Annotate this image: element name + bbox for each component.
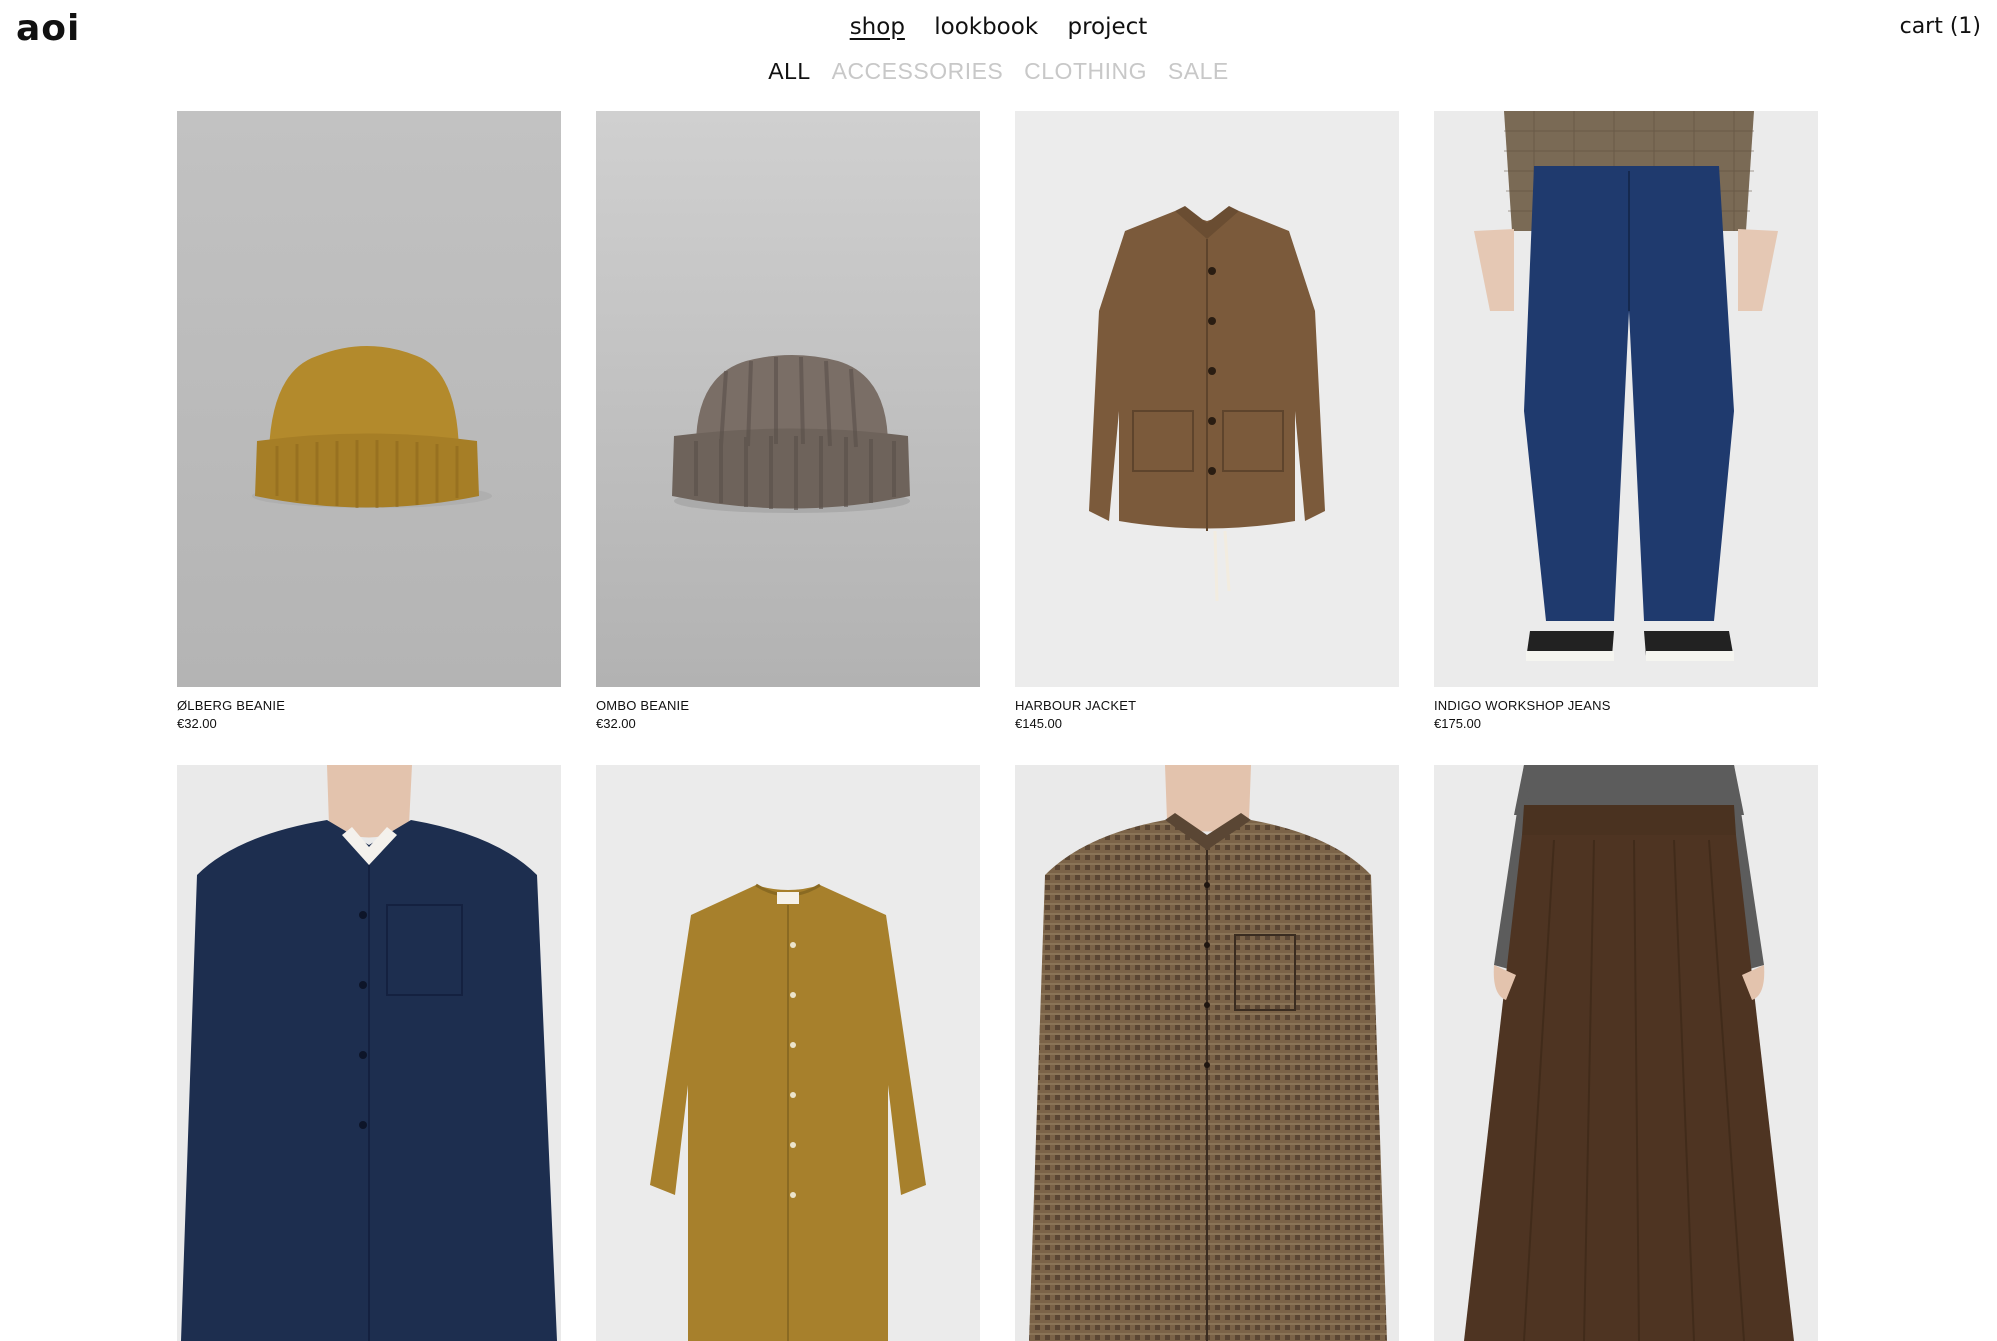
filter-all[interactable]: ALL [768,58,810,84]
product-card[interactable]: ØLBERG BEANIE €32.00 [177,111,561,731]
grey-beanie-photo[interactable] [596,111,980,687]
product-price: €32.00 [177,716,217,731]
mustard-shirt-photo[interactable] [596,765,980,1341]
product-card[interactable] [1015,765,1399,1341]
product-price: €145.00 [1015,716,1062,731]
brown-skirt-model-photo[interactable] [1434,765,1818,1341]
cart-link[interactable]: cart (1) [1900,14,1981,39]
nav-shop[interactable]: shop [850,14,905,40]
product-card[interactable] [596,765,980,1341]
filter-clothing[interactable]: CLOTHING [1024,58,1147,84]
product-card[interactable]: HARBOUR JACKET €145.00 [1015,111,1399,731]
product-name[interactable]: ØLBERG BEANIE [177,698,561,713]
check-shirt-model-photo[interactable] [1015,765,1399,1341]
product-card[interactable] [1434,765,1818,1341]
filter-accessories[interactable]: ACCESSORIES [832,58,1004,84]
product-name[interactable]: INDIGO WORKSHOP JEANS [1434,698,1818,713]
nav-project[interactable]: project [1067,14,1147,40]
indigo-jeans-photo[interactable] [1434,111,1818,687]
main-nav: shop lookbook project [0,14,1997,40]
nav-lookbook[interactable]: lookbook [934,14,1038,40]
navy-jacket-model-photo[interactable] [177,765,561,1341]
product-price: €32.00 [596,716,636,731]
product-card[interactable]: INDIGO WORKSHOP JEANS €175.00 [1434,111,1818,731]
product-card[interactable] [177,765,561,1341]
product-name[interactable]: OMBO BEANIE [596,698,980,713]
product-name[interactable]: HARBOUR JACKET [1015,698,1399,713]
product-card[interactable]: OMBO BEANIE €32.00 [596,111,980,731]
mustard-beanie-photo[interactable] [177,111,561,687]
product-price: €175.00 [1434,716,1481,731]
brown-jacket-photo[interactable] [1015,111,1399,687]
category-filter: ALL ACCESSORIES CLOTHING SALE [0,58,1997,85]
filter-sale[interactable]: SALE [1168,58,1229,84]
